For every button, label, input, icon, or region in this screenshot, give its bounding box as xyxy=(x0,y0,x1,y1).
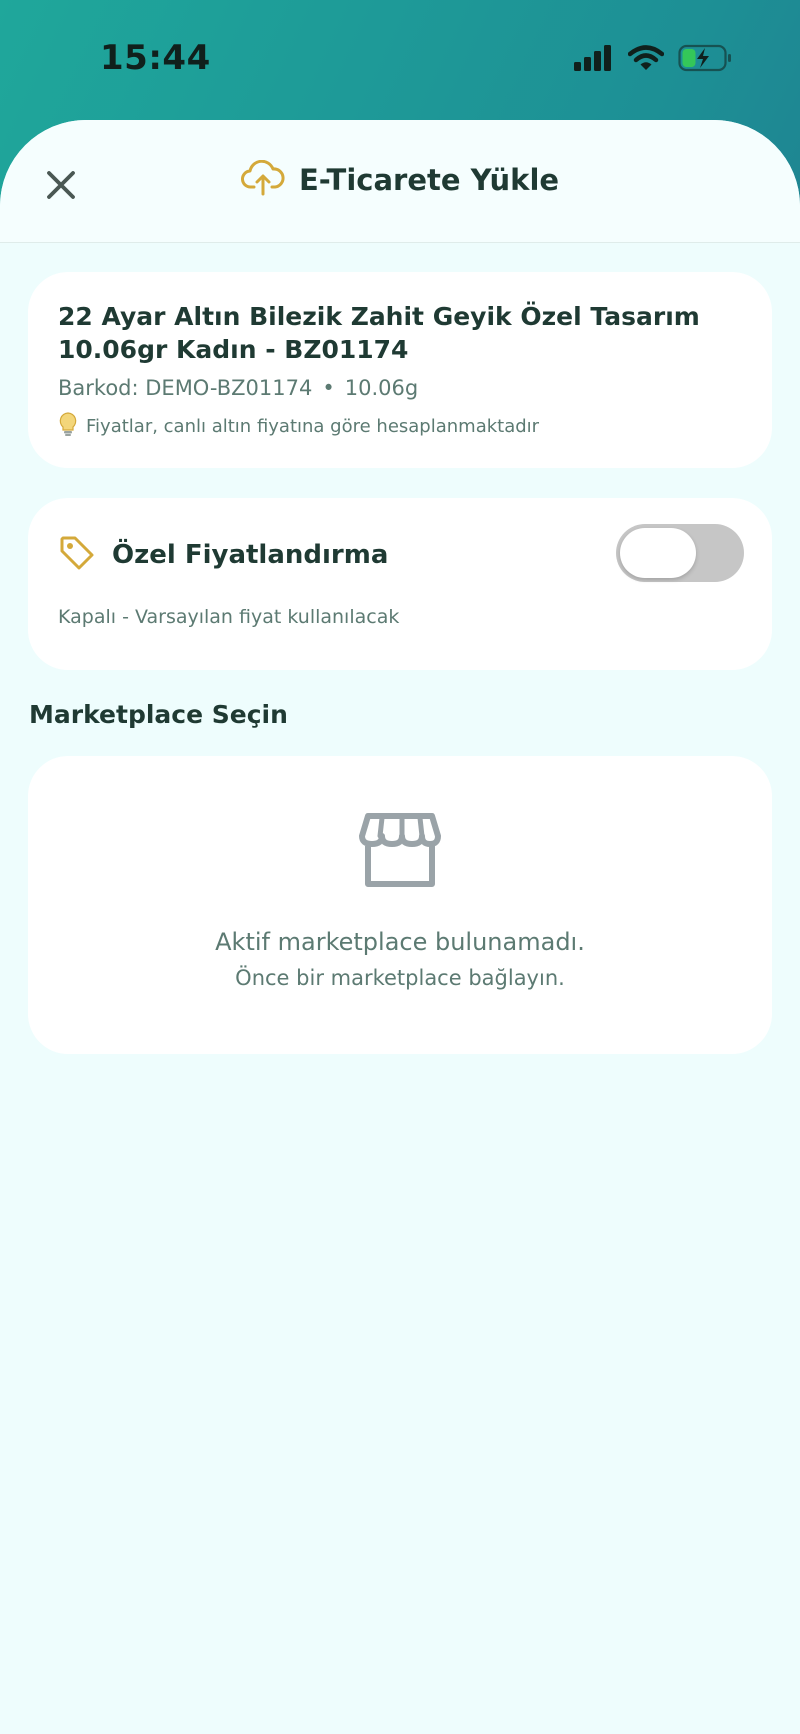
price-hint-text: Fiyatlar, canlı altın fiyatına göre hesa… xyxy=(86,416,540,437)
empty-state-subtitle: Önce bir marketplace bağlayın. xyxy=(235,966,565,990)
lightbulb-icon xyxy=(58,412,78,441)
sheet-header: E-Ticarete Yükle xyxy=(0,120,800,243)
custom-pricing-row: Özel Fiyatlandırma xyxy=(58,534,388,576)
custom-pricing-title: Özel Fiyatlandırma xyxy=(112,540,389,570)
product-weight: 10.06g xyxy=(344,376,419,400)
price-hint: Fiyatlar, canlı altın fiyatına göre hesa… xyxy=(58,412,742,441)
status-bar: 15:44 xyxy=(0,0,800,120)
marketplace-empty-state: Aktif marketplace bulunamadı. Önce bir m… xyxy=(28,812,772,990)
sheet-title: E-Ticarete Yükle xyxy=(298,163,560,197)
marketplace-section-title: Marketplace Seçin xyxy=(29,700,288,729)
cloud-upload-icon xyxy=(240,159,285,200)
marketplace-card: Aktif marketplace bulunamadı. Önce bir m… xyxy=(28,756,772,1054)
upload-sheet: E-Ticarete Yükle 22 Ayar Altın Bilezik Z… xyxy=(0,120,800,1734)
meta-separator: • xyxy=(322,376,335,400)
product-meta: Barkod: DEMO-BZ01174 • 10.06g xyxy=(58,376,742,400)
product-title: 22 Ayar Altın Bilezik Zahit Geyik Özel T… xyxy=(58,302,700,364)
battery-charging-icon xyxy=(678,44,732,76)
status-icons xyxy=(574,44,732,76)
product-card: 22 Ayar Altın Bilezik Zahit Geyik Özel T… xyxy=(28,272,772,468)
header-title-group: E-Ticarete Yükle xyxy=(0,159,800,200)
tag-icon xyxy=(58,534,96,576)
custom-pricing-card: Özel Fiyatlandırma Kapalı - Varsayılan f… xyxy=(28,498,772,670)
custom-pricing-toggle[interactable] xyxy=(616,524,744,582)
cellular-signal-icon xyxy=(574,45,614,75)
wifi-icon xyxy=(627,45,665,75)
toggle-knob xyxy=(620,528,696,578)
custom-pricing-status: Kapalı - Varsayılan fiyat kullanılacak xyxy=(58,606,400,628)
product-barcode: Barkod: DEMO-BZ01174 xyxy=(58,376,313,400)
status-time: 15:44 xyxy=(100,38,211,78)
empty-state-title: Aktif marketplace bulunamadı. xyxy=(215,928,585,956)
storefront-icon xyxy=(358,812,442,892)
